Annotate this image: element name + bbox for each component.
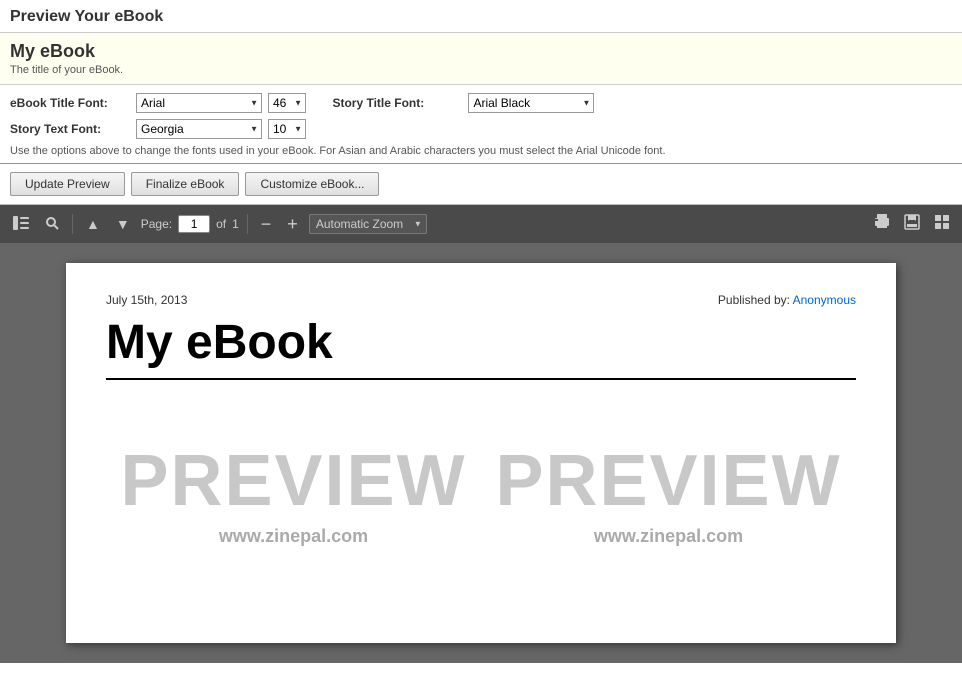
story-text-font-select[interactable]: Arial Arial Black Arial Unicode Georgia … (136, 119, 262, 139)
zoom-in-button[interactable]: + (282, 212, 303, 237)
title-font-select[interactable]: Arial Arial Black Arial Unicode Georgia … (136, 93, 262, 113)
pdf-watermark-url-left: www.zinepal.com (120, 526, 466, 547)
title-font-size-select[interactable]: 8101214 16182024 28323640 444648 (268, 93, 306, 113)
finalize-ebook-button[interactable]: Finalize eBook (131, 172, 240, 196)
prev-page-button[interactable]: ▲ (81, 214, 105, 234)
download-button[interactable] (900, 212, 924, 236)
more-tools-button[interactable] (930, 212, 954, 236)
ebook-title-area: My eBook The title of your eBook. (0, 33, 962, 85)
story-title-font-select-wrapper[interactable]: Arial Arial Black Arial Unicode Georgia … (468, 93, 594, 113)
pdf-watermark-row: PREVIEW www.zinepal.com PREVIEW www.zine… (106, 420, 856, 567)
page-header: Preview Your eBook (0, 0, 962, 33)
published-by-name[interactable]: Anonymous (793, 293, 856, 307)
pdf-watermark-url-right: www.zinepal.com (495, 526, 841, 547)
title-font-select-wrapper[interactable]: Arial Arial Black Arial Unicode Georgia … (136, 93, 262, 113)
font-settings-panel: eBook Title Font: Arial Arial Black Aria… (0, 85, 962, 164)
pdf-toolbar: ▲ ▼ Page: of 1 − + Automatic Zoom Actual… (0, 205, 962, 243)
pdf-published-by: Published by: Anonymous (718, 293, 856, 307)
print-button[interactable] (870, 212, 894, 236)
pdf-watermark-right: PREVIEW www.zinepal.com (495, 440, 841, 547)
ebook-subtitle: The title of your eBook. (10, 64, 952, 76)
pdf-page: July 15th, 2013 Published by: Anonymous … (66, 263, 896, 643)
page-number-input[interactable] (178, 215, 210, 233)
ebook-title: My eBook (10, 41, 952, 62)
total-pages: 1 (232, 217, 239, 231)
toolbar-separator-2 (247, 214, 248, 234)
search-button[interactable] (40, 214, 64, 235)
pdf-watermark-text-right: PREVIEW (495, 440, 841, 522)
story-title-font-label: Story Title Font: (332, 96, 462, 110)
title-font-label: eBook Title Font: (10, 96, 130, 110)
pdf-view: July 15th, 2013 Published by: Anonymous … (0, 243, 962, 663)
sidebar-toggle-button[interactable] (8, 214, 34, 235)
story-title-font-select[interactable]: Arial Arial Black Arial Unicode Georgia … (468, 93, 594, 113)
story-text-font-label: Story Text Font: (10, 122, 130, 136)
published-by-label: Published by: (718, 293, 790, 307)
pdf-watermark-text-left: PREVIEW (120, 440, 466, 522)
pdf-book-title: My eBook (106, 317, 856, 370)
update-preview-button[interactable]: Update Preview (10, 172, 125, 196)
page-of: of (216, 217, 226, 231)
pdf-page-header: July 15th, 2013 Published by: Anonymous (106, 293, 856, 307)
zoom-select[interactable]: Automatic Zoom Actual Size Page Fit Page… (309, 214, 427, 234)
page-label: Page: (141, 217, 172, 231)
buttons-area: Update Preview Finalize eBook Customize … (0, 164, 962, 205)
font-hint: Use the options above to change the font… (10, 145, 952, 157)
title-font-size-wrapper[interactable]: 8101214 16182024 28323640 444648 (268, 93, 306, 113)
pdf-date: July 15th, 2013 (106, 293, 187, 307)
next-page-button[interactable]: ▼ (111, 214, 135, 234)
pdf-title-separator (106, 378, 856, 380)
story-text-size-select[interactable]: 8910 111214 161820 (268, 119, 306, 139)
customize-ebook-button[interactable]: Customize eBook... (245, 172, 379, 196)
story-text-size-wrapper[interactable]: 8910 111214 161820 (268, 119, 306, 139)
zoom-out-button[interactable]: − (256, 212, 277, 237)
page-title: Preview Your eBook (10, 8, 952, 26)
story-text-font-select-wrapper[interactable]: Arial Arial Black Arial Unicode Georgia … (136, 119, 262, 139)
toolbar-separator-1 (72, 214, 73, 234)
pdf-watermark-left: PREVIEW www.zinepal.com (120, 440, 466, 547)
zoom-select-wrapper[interactable]: Automatic Zoom Actual Size Page Fit Page… (309, 214, 427, 234)
